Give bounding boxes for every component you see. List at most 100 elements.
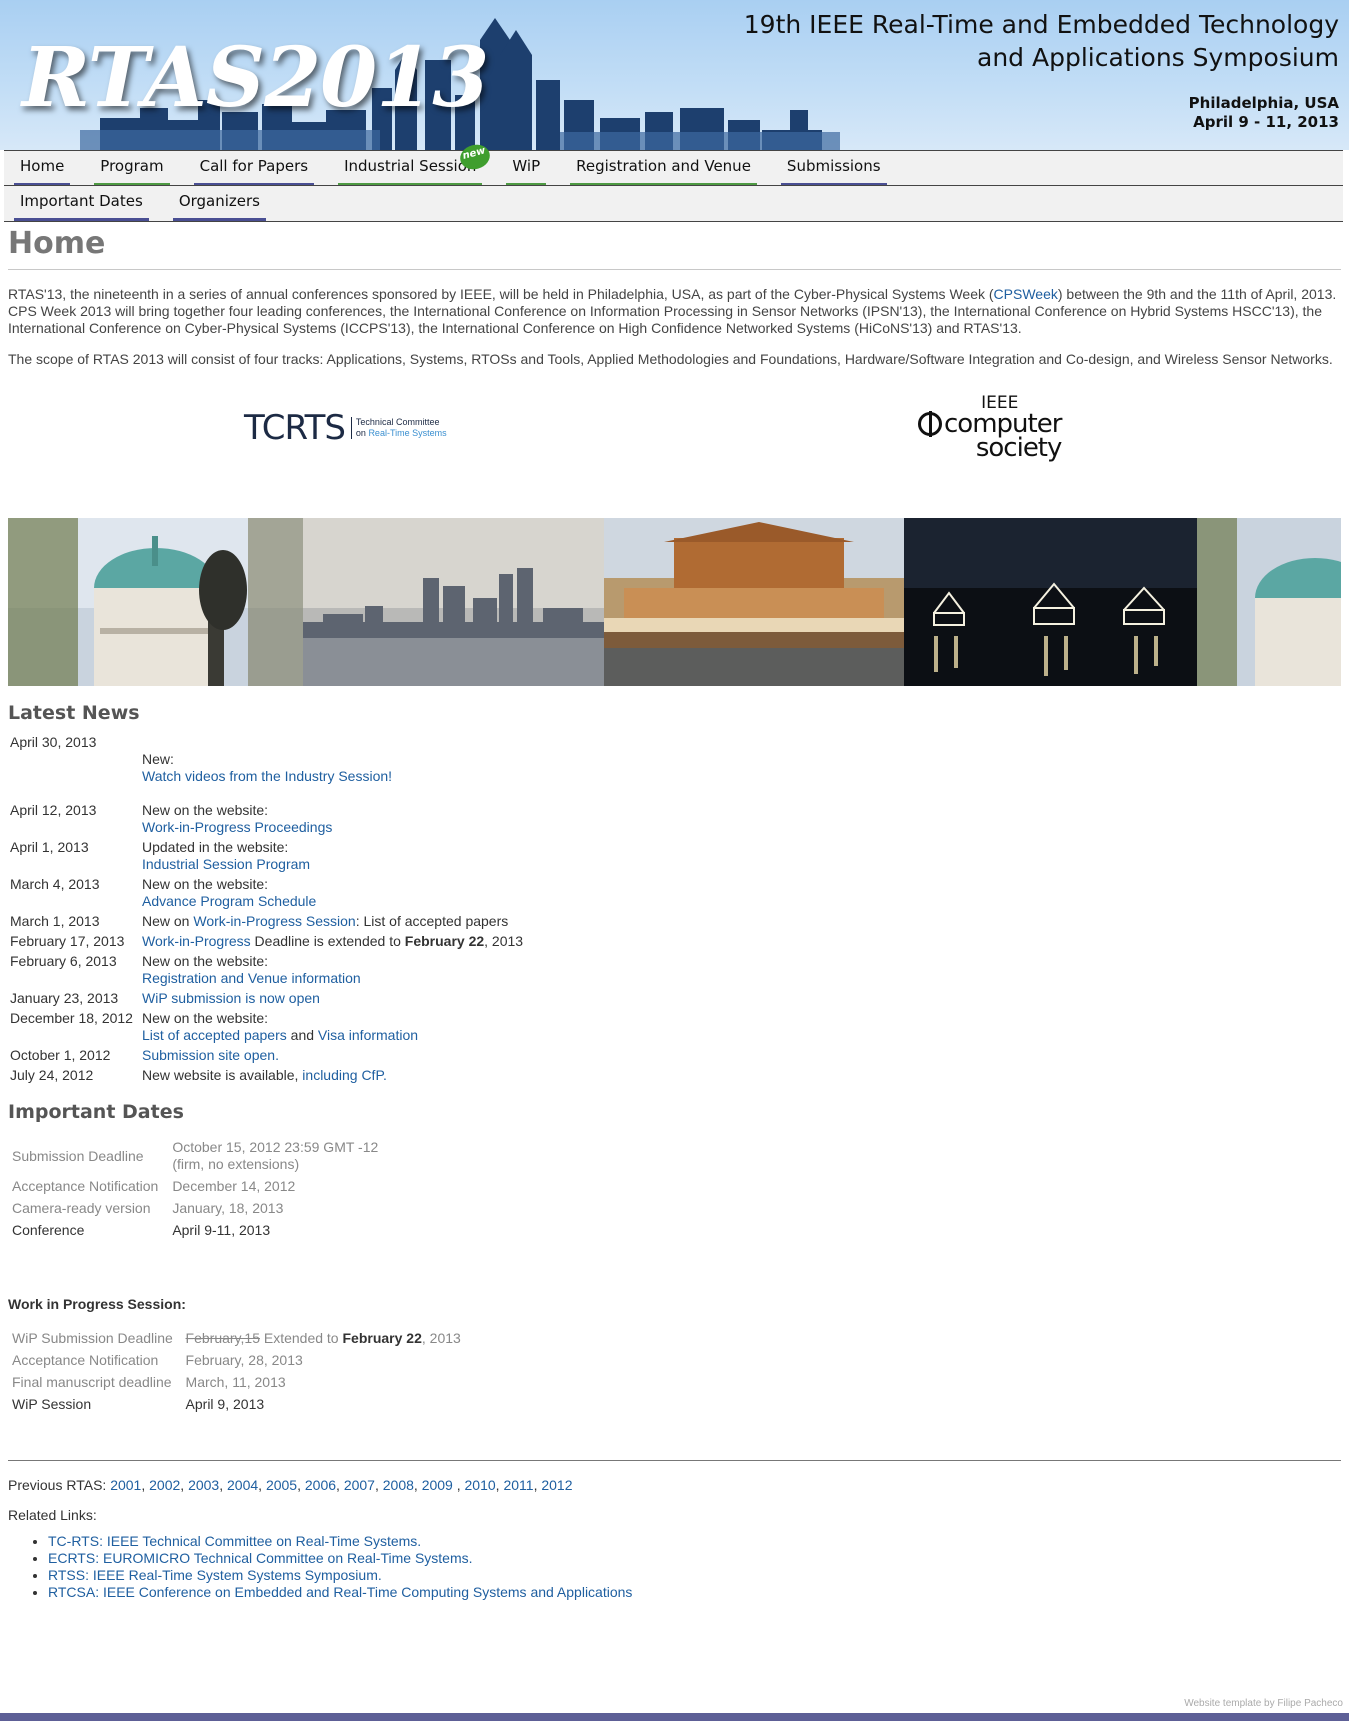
- main-content: Home RTAS'13, the nineteenth in a series…: [8, 222, 1341, 1601]
- news-item: March 4, 2013 New on the website: Advance…: [10, 876, 523, 913]
- nav-important-dates[interactable]: Important Dates: [14, 186, 149, 221]
- news-link[interactable]: Work-in-Progress Proceedings: [142, 819, 332, 835]
- important-dates-table: Submission Deadline October 15, 2012 23:…: [12, 1137, 384, 1242]
- nav-industrial-session[interactable]: Industrial Session new: [338, 141, 494, 186]
- news-text: and: [286, 1027, 318, 1043]
- news-date: February 6, 2013: [10, 953, 117, 969]
- news-item: February 17, 2013 Work-in-Progress Deadl…: [10, 933, 523, 953]
- news-text: New on the website:: [142, 802, 269, 818]
- nav-home[interactable]: Home: [14, 151, 71, 186]
- intro-text-a: RTAS'13, the nineteenth in a series of a…: [8, 286, 994, 302]
- date-row: Submission Deadline October 15, 2012 23:…: [12, 1137, 384, 1176]
- news-date: July 24, 2012: [10, 1067, 94, 1083]
- related-link-item: TC-RTS: IEEE Technical Committee on Real…: [48, 1533, 1341, 1550]
- related-link-tcrts[interactable]: TC-RTS: IEEE Technical Committee on Real…: [48, 1533, 421, 1549]
- wip-label: WiP Session: [12, 1396, 92, 1412]
- previous-year-link[interactable]: 2002: [149, 1477, 180, 1493]
- news-link[interactable]: Work-in-Progress: [142, 933, 251, 949]
- news-text: New on the website:: [142, 953, 269, 969]
- news-body: New: Watch videos from the Industry Sessi…: [142, 734, 523, 802]
- news-body: New on the website: Work-in-Progress Proc…: [142, 802, 523, 839]
- previous-year-link[interactable]: 2010: [465, 1477, 496, 1493]
- previous-year-link[interactable]: 2009: [422, 1477, 457, 1493]
- previous-year-link[interactable]: 2005: [266, 1477, 297, 1493]
- bottom-bar: [0, 1713, 1349, 1721]
- ieee-computer-society-logo[interactable]: IEEE computer society: [918, 394, 1062, 461]
- nav-submissions[interactable]: Submissions: [780, 151, 887, 186]
- news-date: April 30, 2013: [10, 734, 97, 750]
- date-value: December 14, 2012: [172, 1178, 296, 1194]
- wip-label: WiP Submission Deadline: [12, 1330, 173, 1346]
- page-title: Home: [8, 226, 1341, 270]
- conference-location: Philadelphia, USA: [1188, 94, 1339, 112]
- news-link[interactable]: Submission site open.: [142, 1047, 279, 1063]
- previous-year-link[interactable]: 2004: [227, 1477, 258, 1493]
- news-text: New:: [142, 751, 174, 767]
- date-value: April 9-11, 2013: [172, 1222, 271, 1238]
- photo-statue-dome: [8, 518, 303, 686]
- photo-boathouse-row: [904, 518, 1197, 686]
- footer-divider: [8, 1460, 1341, 1461]
- news-item: October 1, 2012 Submission site open.: [10, 1047, 523, 1067]
- previous-year-link[interactable]: 2001: [110, 1477, 141, 1493]
- news-date: March 4, 2013: [10, 876, 100, 892]
- tcrts-logo[interactable]: TCRTS Technical Committee on Real-Time S…: [244, 408, 447, 448]
- news-item: April 30, 2013 New: Watch videos from the…: [10, 734, 523, 802]
- previous-year-link[interactable]: 2012: [541, 1477, 572, 1493]
- related-link-rtcsa[interactable]: RTCSA: IEEE Conference on Embedded and R…: [48, 1584, 632, 1600]
- nav-organizers[interactable]: Organizers: [172, 186, 266, 221]
- conference-title: 19th IEEE Real-Time and Embedded Technol…: [744, 8, 1339, 74]
- date-row: Camera-ready version January, 18, 2013: [12, 1198, 384, 1220]
- main-nav-row2: Important Dates Organizers: [4, 185, 1343, 222]
- previous-year-link[interactable]: 2008: [383, 1477, 414, 1493]
- news-item: February 6, 2013 New on the website: Regi…: [10, 953, 523, 990]
- previous-year-link[interactable]: 2011: [503, 1477, 533, 1493]
- news-date: January 23, 2013: [10, 990, 119, 1006]
- date-row: Acceptance Notification December 14, 201…: [12, 1176, 384, 1198]
- news-date: December 18, 2012: [10, 1010, 133, 1026]
- related-link-ecrts[interactable]: ECRTS: EUROMICRO Technical Committee on …: [48, 1550, 473, 1566]
- tcrts-caption-on: on: [355, 428, 369, 438]
- news-link[interactable]: WiP submission is now open: [142, 990, 320, 1006]
- news-body: Work-in-Progress Deadline is extended to…: [142, 933, 523, 953]
- news-link[interactable]: Visa information: [318, 1027, 418, 1043]
- news-item: January 23, 2013 WiP submission is now o…: [10, 990, 523, 1010]
- news-link[interactable]: including CfP.: [302, 1067, 387, 1083]
- related-link-item: RTCSA: IEEE Conference on Embedded and R…: [48, 1584, 1341, 1601]
- news-link[interactable]: Advance Program Schedule: [142, 893, 316, 909]
- wip-value: April 9, 2013: [185, 1396, 265, 1412]
- news-text: New on the website:: [142, 876, 269, 892]
- news-link[interactable]: Industrial Session Program: [142, 856, 310, 872]
- nav-industrial-session-label: Industrial Session: [344, 157, 477, 175]
- nav-wip[interactable]: WiP: [506, 151, 547, 186]
- related-links-list: TC-RTS: IEEE Technical Committee on Real…: [8, 1533, 1341, 1601]
- cpsweek-link[interactable]: CPSWeek: [994, 286, 1058, 302]
- related-link-rtss[interactable]: RTSS: IEEE Real-Time System Systems Symp…: [48, 1567, 382, 1583]
- nav-call-for-papers[interactable]: Call for Papers: [193, 151, 315, 186]
- conference-location-dates: Philadelphia, USA April 9 - 11, 2013: [1189, 94, 1339, 132]
- wip-row: WiP Session April 9, 2013: [12, 1394, 467, 1416]
- news-link[interactable]: Registration and Venue information: [142, 970, 361, 986]
- news-item: April 12, 2013 New on the website: Work-i…: [10, 802, 523, 839]
- intro-paragraph-1: RTAS'13, the nineteenth in a series of a…: [8, 286, 1341, 337]
- news-link[interactable]: Work-in-Progress Session: [193, 913, 355, 929]
- date-label: Submission Deadline: [12, 1147, 144, 1164]
- wip-label: Final manuscript deadline: [12, 1374, 172, 1390]
- previous-year-link[interactable]: 2003: [188, 1477, 219, 1493]
- news-link[interactable]: List of accepted papers: [142, 1027, 287, 1043]
- news-body: New on the website: Advance Program Sched…: [142, 876, 523, 913]
- wip-value: February, 28, 2013: [185, 1352, 303, 1368]
- photo-art-museum: [604, 518, 904, 686]
- news-text: Updated in the website:: [142, 839, 289, 855]
- previous-year-link[interactable]: 2006: [305, 1477, 336, 1493]
- news-text: Deadline is extended to: [250, 933, 405, 949]
- conference-dates: April 9 - 11, 2013: [1193, 113, 1339, 131]
- news-body: New on the website: List of accepted pape…: [142, 1010, 523, 1047]
- previous-year-link[interactable]: 2007: [344, 1477, 375, 1493]
- news-text: : List of accepted papers: [355, 913, 509, 929]
- news-link[interactable]: Watch videos from the Industry Session!: [142, 768, 392, 784]
- rtas2013-logo[interactable]: RTAS2013: [22, 30, 489, 126]
- nav-program[interactable]: Program: [94, 151, 170, 186]
- nav-registration-and-venue[interactable]: Registration and Venue: [570, 151, 757, 186]
- date-label: Acceptance Notification: [12, 1178, 159, 1194]
